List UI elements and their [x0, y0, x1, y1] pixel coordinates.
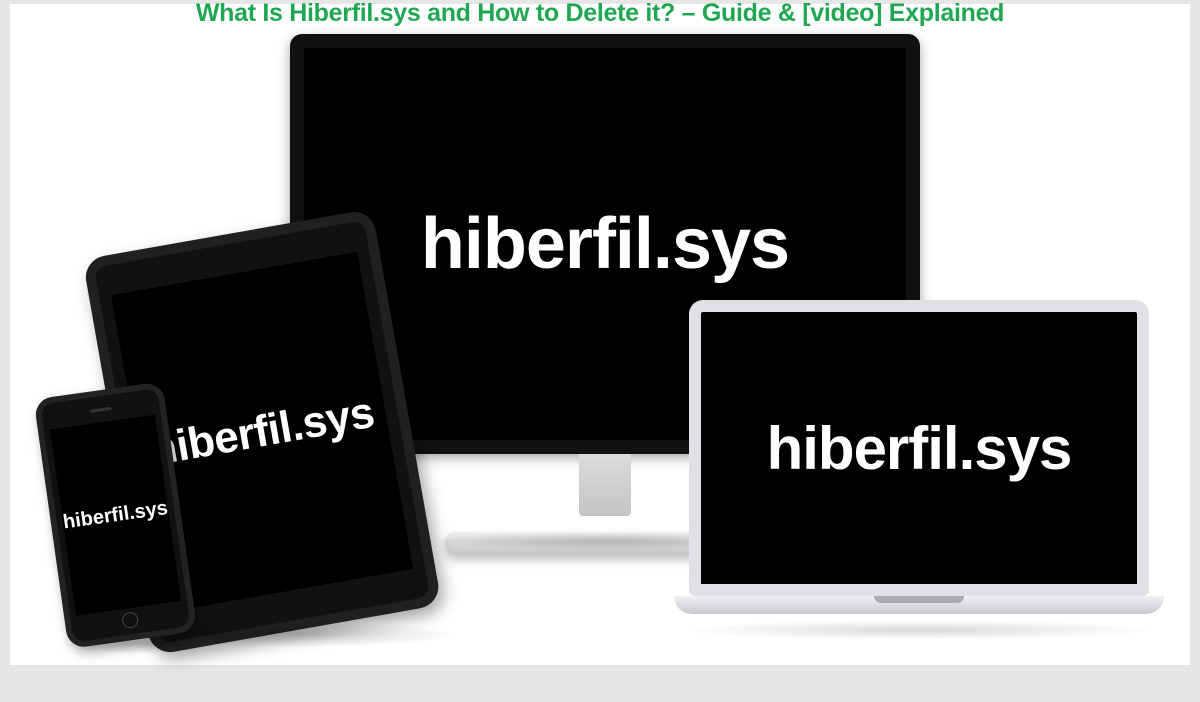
tablet-label: hiberfil.sys [146, 388, 378, 477]
laptop-shadow [679, 620, 1159, 640]
phone-home-button-icon [121, 611, 139, 629]
devices-illustration: hiberfil.sys hiberfil.sys iPad 9:41 PM 1… [10, 4, 1190, 665]
laptop-label: hiberfil.sys [767, 414, 1072, 483]
phone-screen: hiberfil.sys [50, 415, 181, 616]
laptop-base [674, 596, 1164, 614]
phone-shadow [61, 634, 211, 654]
laptop-hinge-notch [874, 596, 964, 603]
laptop-screen: hiberfil.sys [689, 300, 1149, 596]
laptop: hiberfil.sys [674, 300, 1164, 640]
phone-label: hiberfil.sys [62, 496, 170, 533]
monitor-label: hiberfil.sys [421, 203, 789, 285]
monitor-stand [579, 454, 631, 516]
phone-earpiece [90, 407, 112, 413]
content-card: What Is Hiberfil.sys and How to Delete i… [10, 4, 1190, 665]
